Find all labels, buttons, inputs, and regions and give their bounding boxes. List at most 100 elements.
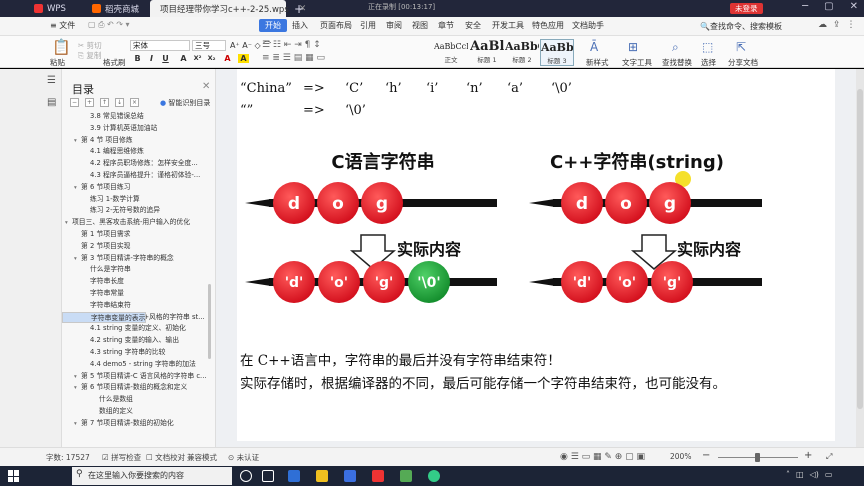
menu-dev-tools[interactable]: 开发工具 <box>492 20 524 31</box>
copy-button[interactable]: ⎘ 复制 <box>78 50 101 61</box>
share-doc-icon[interactable]: ⇱ <box>736 40 746 54</box>
quick-access-icons[interactable]: ▢ ⎙ ↶ ↷ ▾ <box>88 20 130 30</box>
toc-item[interactable]: 4.1 string 变量的定义、初始化 <box>62 323 208 335</box>
smart-toc-button[interactable]: ● 智能识别目录 <box>160 98 210 108</box>
zoom-out-icon[interactable]: − <box>702 450 710 461</box>
menu-page-layout[interactable]: 页面布局 <box>320 20 352 31</box>
wps-taskbar-icon[interactable] <box>344 470 356 482</box>
chapter-panel-icon[interactable]: ▤ <box>47 97 56 108</box>
find-replace-button[interactable]: 查找替换 <box>662 57 692 68</box>
login-button[interactable]: 未登录 <box>730 3 763 14</box>
close-panel-icon[interactable]: ✕ <box>202 81 210 92</box>
notification-icon[interactable]: ▭ <box>825 470 833 479</box>
zoom-slider-thumb[interactable] <box>755 453 760 462</box>
italic-button[interactable]: I <box>146 54 157 63</box>
paragraph-tools-row1[interactable]: ☰ ☷ ⇤ ⇥ ¶ ↕ <box>262 40 321 50</box>
menu-start[interactable]: 开始 <box>259 19 287 32</box>
subscript-button[interactable]: X₂ <box>206 54 217 62</box>
paragraph-tools-row2[interactable]: ≡ ≣ ☰ ▤ ▦ ▭ <box>262 53 325 63</box>
view-mode-icons[interactable]: ◉ ☰ ▭ ▦ ✎ ⊕ ▢ ▣ <box>560 452 645 462</box>
menu-file[interactable]: ≡ 文件 <box>50 20 75 31</box>
share-icon[interactable]: ⇪ <box>833 20 841 30</box>
toc-item[interactable]: 第 2 节项目实现 <box>62 241 208 253</box>
toc-item[interactable]: ▾ 第 6 节项目练习 <box>62 182 208 194</box>
network-icon[interactable]: ◫ <box>796 470 804 479</box>
maximize-icon[interactable]: ▢ <box>824 1 833 12</box>
volume-icon[interactable]: ◁) <box>810 470 819 479</box>
tab-document[interactable]: 项目经理带你学习c++-2-25.wps ✕ <box>150 0 306 17</box>
toc-item[interactable]: ▾ 项目三、黑客攻击系统-用户输入的优化 <box>62 217 208 229</box>
toc-level-up-icon[interactable]: ↑ <box>100 98 109 107</box>
app-taskbar-icon[interactable] <box>428 470 440 482</box>
collapse-caret-icon[interactable]: ▾ <box>74 419 81 430</box>
menu-view[interactable]: 视图 <box>412 20 428 31</box>
toc-item[interactable]: 4.4 demo5 - string 字符串的加法 <box>62 359 208 371</box>
toc-panel-icon[interactable]: ☰ <box>47 75 56 86</box>
toc-item[interactable]: 4.1 编程思维修炼 <box>62 146 208 158</box>
share-doc-button[interactable]: 分享文档 <box>728 57 758 68</box>
toc-item[interactable]: 4.2 string 变量的输入、输出 <box>62 335 208 347</box>
style-heading-3[interactable]: AaBbC 标题 3 <box>540 39 574 66</box>
collapse-caret-icon[interactable]: ▾ <box>74 372 81 383</box>
menu-features[interactable]: 特色应用 <box>532 20 564 31</box>
menu-chapter[interactable]: 章节 <box>438 20 454 31</box>
superscript-button[interactable]: X² <box>192 54 203 62</box>
toc-item[interactable]: 什么是字符串 <box>62 264 208 276</box>
collapse-caret-icon[interactable]: ▾ <box>74 183 81 194</box>
find-replace-icon[interactable]: ⌕ <box>672 40 679 55</box>
toc-item[interactable]: 字符串变量的表示 <box>62 311 147 324</box>
close-window-icon[interactable]: ✕ <box>850 1 858 12</box>
menu-references[interactable]: 引用 <box>360 20 376 31</box>
toc-item[interactable]: 第 1 节项目需求 <box>62 229 208 241</box>
toc-collapse-icon[interactable]: − <box>70 98 79 107</box>
style-heading-2[interactable]: AaBbC 标题 2 <box>505 39 539 66</box>
word-count[interactable]: 字数: 17527 <box>46 452 90 463</box>
toc-item[interactable]: 4.3 string 字符串的比较 <box>62 347 208 359</box>
new-tab-button[interactable]: + <box>288 0 310 17</box>
chat-taskbar-icon[interactable] <box>400 470 412 482</box>
minimize-icon[interactable]: ─ <box>802 1 808 12</box>
text-tool-button[interactable]: 文字工具 <box>622 57 652 68</box>
command-search[interactable]: 🔍查找命令、搜索模板 <box>700 21 782 32</box>
toc-item[interactable]: 字符串长度 <box>62 276 208 288</box>
paste-icon[interactable]: 📋 <box>52 38 71 56</box>
text-tool-icon[interactable]: ⊞ <box>628 40 638 54</box>
font-size-select[interactable]: 三号 <box>192 40 226 51</box>
menu-doc-assistant[interactable]: 文档助手 <box>572 20 604 31</box>
paste-button[interactable]: 粘贴 <box>50 57 65 68</box>
zoom-level[interactable]: 200% <box>670 452 691 461</box>
document-page[interactable]: “China” => ‘C’ ‘h’ ‘i’ ‘n’ ‘a’ ‘\0’ “” =… <box>237 69 835 441</box>
taskbar-search-input[interactable]: 在这里输入你要搜索的内容 <box>72 467 232 485</box>
toc-item[interactable]: 字符串结束符 <box>62 300 208 312</box>
toc-scrollbar[interactable] <box>208 284 211 359</box>
select-icon[interactable]: ⬚ <box>702 40 713 54</box>
underline-button[interactable]: U <box>160 54 171 63</box>
toc-item[interactable]: ▾ 第 5 节项目精讲-C 语言风格的字符串 c... <box>62 371 208 383</box>
recorder-taskbar-icon[interactable] <box>372 470 384 482</box>
highlight-button[interactable]: A <box>238 54 249 63</box>
strikethrough-button[interactable]: A <box>178 54 189 63</box>
bold-button[interactable]: B <box>132 54 143 63</box>
toc-item[interactable]: ▾ 第 3 节项目精讲-字符串的概念 <box>62 253 208 265</box>
toc-expand-icon[interactable]: + <box>85 98 94 107</box>
collapse-caret-icon[interactable]: ▾ <box>74 383 81 394</box>
toc-item[interactable]: ▾ 第 4 节 项目修炼 <box>62 135 208 147</box>
toc-item[interactable]: ▾ 第 7 节项目精讲-数组的初始化 <box>62 418 208 430</box>
proofread-toggle[interactable]: ☐ 文档校对 <box>146 452 185 463</box>
toc-item[interactable]: 练习 2-无符号数的追异 <box>62 205 208 217</box>
format-painter-button[interactable]: 格式刷 <box>103 57 126 68</box>
collapse-caret-icon[interactable]: ▾ <box>74 254 81 265</box>
cert-status[interactable]: ⊙ 未认证 <box>228 452 259 463</box>
menu-review[interactable]: 审阅 <box>386 20 402 31</box>
toc-item[interactable]: 3.8 常见错误总结 <box>62 111 208 123</box>
toc-delete-icon[interactable]: × <box>130 98 139 107</box>
tab-wps[interactable]: WPS <box>28 0 72 17</box>
menu-insert[interactable]: 插入 <box>292 20 308 31</box>
windows-start-icon[interactable] <box>8 470 20 482</box>
collapse-caret-icon[interactable]: ▾ <box>74 136 81 147</box>
toc-item[interactable]: 4.3 程序员逼格提升：谨格初体验-... <box>62 170 208 182</box>
menu-security[interactable]: 安全 <box>465 20 481 31</box>
select-button[interactable]: 选择 <box>701 57 716 68</box>
style-heading-1[interactable]: AaBl 标题 1 <box>470 39 504 66</box>
more-icon[interactable]: ⋮ <box>847 20 856 30</box>
